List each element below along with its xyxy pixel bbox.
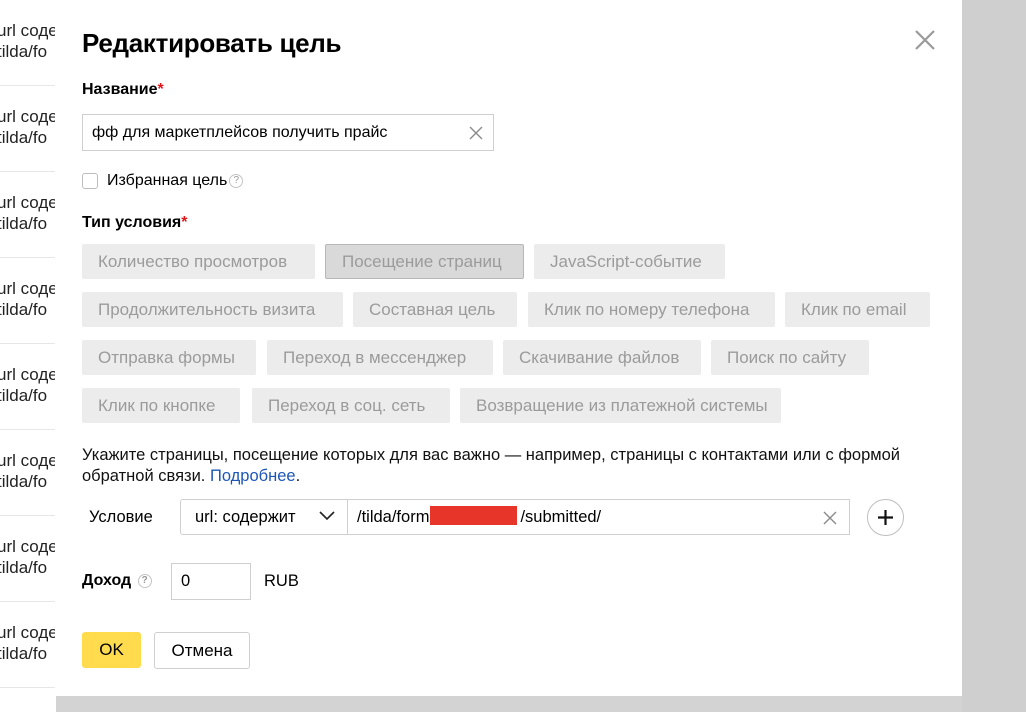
chip-button-click[interactable]: Клик по кнопке — [82, 388, 240, 423]
chip-phone-click[interactable]: Клик по номеру телефона — [528, 292, 775, 327]
chip-javascript-event[interactable]: JavaScript-событие — [534, 244, 725, 279]
required-mark: * — [157, 81, 164, 98]
background-goal-list: url соде tilda/fo url соде tilda/fo url со… — [0, 0, 56, 712]
chip-site-search[interactable]: Поиск по сайту — [711, 340, 869, 375]
list-item: url соде tilda/fo — [0, 86, 56, 172]
condition-label: Условие — [89, 508, 153, 526]
required-mark: * — [181, 214, 188, 231]
cancel-button[interactable]: Отмена — [154, 632, 250, 669]
condition-type-label: Тип условия* — [82, 214, 188, 231]
chip-page-visit[interactable]: Посещение страниц — [325, 244, 524, 279]
list-item: url соде tilda/fo — [0, 602, 56, 688]
clear-name-icon[interactable] — [469, 126, 483, 140]
plus-icon — [878, 510, 893, 525]
list-item: url соде tilda/fo — [0, 516, 56, 602]
chip-composite-goal[interactable]: Составная цель — [353, 292, 517, 327]
chip-file-download[interactable]: Скачивание файлов — [503, 340, 701, 375]
favorite-goal-row: Избранная цель ? — [82, 172, 244, 190]
name-label: Название* — [82, 81, 164, 98]
income-label: Доход ? — [82, 572, 152, 590]
condition-description: Укажите страницы, посещение которых для … — [82, 446, 900, 485]
chip-view-count[interactable]: Количество просмотров — [82, 244, 315, 279]
favorite-checkbox[interactable] — [82, 173, 98, 189]
background-overlay-strip — [962, 0, 1026, 712]
list-item: url соде tilda/fo — [0, 258, 56, 344]
add-condition-button[interactable] — [867, 499, 904, 536]
goal-name-input[interactable]: фф для маркетплейсов получить прайс — [82, 114, 494, 151]
edit-goal-dialog: Редактировать цель Название* фф для марк… — [55, 0, 962, 696]
close-icon[interactable] — [913, 28, 937, 52]
help-icon[interactable]: ? — [137, 573, 152, 588]
redaction-mark — [430, 506, 518, 525]
help-icon[interactable]: ? — [229, 174, 244, 188]
list-item: url соде tilda/fo — [0, 0, 56, 86]
chip-social-network[interactable]: Переход в соц. сеть — [252, 388, 450, 423]
list-item: url соде tilda/fo — [0, 344, 56, 430]
clear-url-icon[interactable] — [823, 511, 837, 525]
dialog-title: Редактировать цель — [82, 28, 342, 58]
operator-select[interactable]: url: содержит — [180, 499, 348, 535]
favorite-label: Избранная цель — [107, 172, 228, 189]
chip-form-submit[interactable]: Отправка формы — [82, 340, 256, 375]
currency-label: RUB — [264, 572, 299, 590]
chevron-down-icon — [319, 511, 335, 521]
chip-messenger[interactable]: Переход в мессенджер — [267, 340, 493, 375]
ok-button[interactable]: OK — [82, 632, 141, 668]
more-info-link[interactable]: Подробнее — [210, 467, 296, 485]
chip-email-click[interactable]: Клик по email — [785, 292, 930, 327]
chip-visit-duration[interactable]: Продолжительность визита — [82, 292, 343, 327]
income-input[interactable]: 0 — [171, 563, 251, 600]
list-item: url соде tilda/fo — [0, 430, 56, 516]
chip-payment-return[interactable]: Возвращение из платежной системы — [460, 388, 781, 423]
url-condition-input[interactable]: /tilda/form/submitted/ — [347, 499, 850, 535]
list-item: url соде tilda/fo — [0, 172, 56, 258]
